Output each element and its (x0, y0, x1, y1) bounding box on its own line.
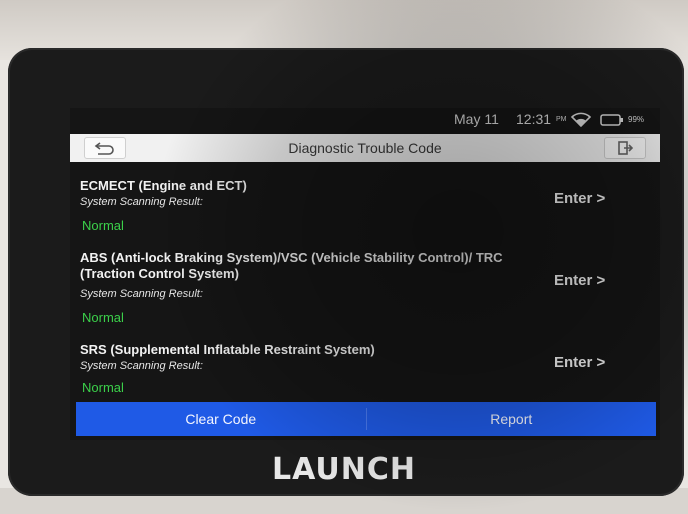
enter-button[interactable]: Enter > (554, 354, 605, 371)
enter-button[interactable]: Enter > (554, 272, 605, 289)
exit-icon (618, 141, 633, 155)
result-label: System Scanning Result: (80, 196, 203, 208)
system-name: ECMECT (Engine and ECT) (80, 178, 247, 193)
exit-button[interactable] (604, 137, 646, 159)
system-name: ABS (Anti-lock Braking System)/VSC (Vehi… (80, 250, 503, 281)
battery-percent: 99% (628, 115, 645, 124)
wifi-icon (571, 112, 591, 127)
back-arrow-icon (94, 142, 114, 155)
result-label: System Scanning Result: (80, 360, 203, 372)
page-title: Diagnostic Trouble Code (288, 140, 442, 156)
report-button[interactable]: Report (367, 402, 657, 436)
back-button[interactable] (84, 137, 126, 159)
status-time: 12:31 (516, 111, 552, 127)
battery-icon (600, 114, 623, 126)
status-ampm: PM (556, 116, 567, 123)
result-label: System Scanning Result: (80, 288, 203, 300)
clear-code-button[interactable]: Clear Code (76, 402, 366, 436)
action-bar: Clear Code Report (76, 402, 656, 436)
title-bar: Diagnostic Trouble Code (70, 134, 660, 162)
result-value: Normal (82, 218, 124, 233)
status-bar: May 11 12:31 PM 99% (70, 108, 660, 132)
result-value: Normal (82, 380, 124, 395)
device-screen: May 11 12:31 PM 99% Diagnostic Trouble C… (70, 108, 660, 440)
enter-button[interactable]: Enter > (554, 190, 605, 207)
status-date: May 11 (454, 111, 499, 127)
launch-logo: LAUNCH (271, 452, 416, 487)
system-name: SRS (Supplemental Inflatable Restraint S… (80, 342, 375, 357)
result-value: Normal (82, 310, 124, 325)
